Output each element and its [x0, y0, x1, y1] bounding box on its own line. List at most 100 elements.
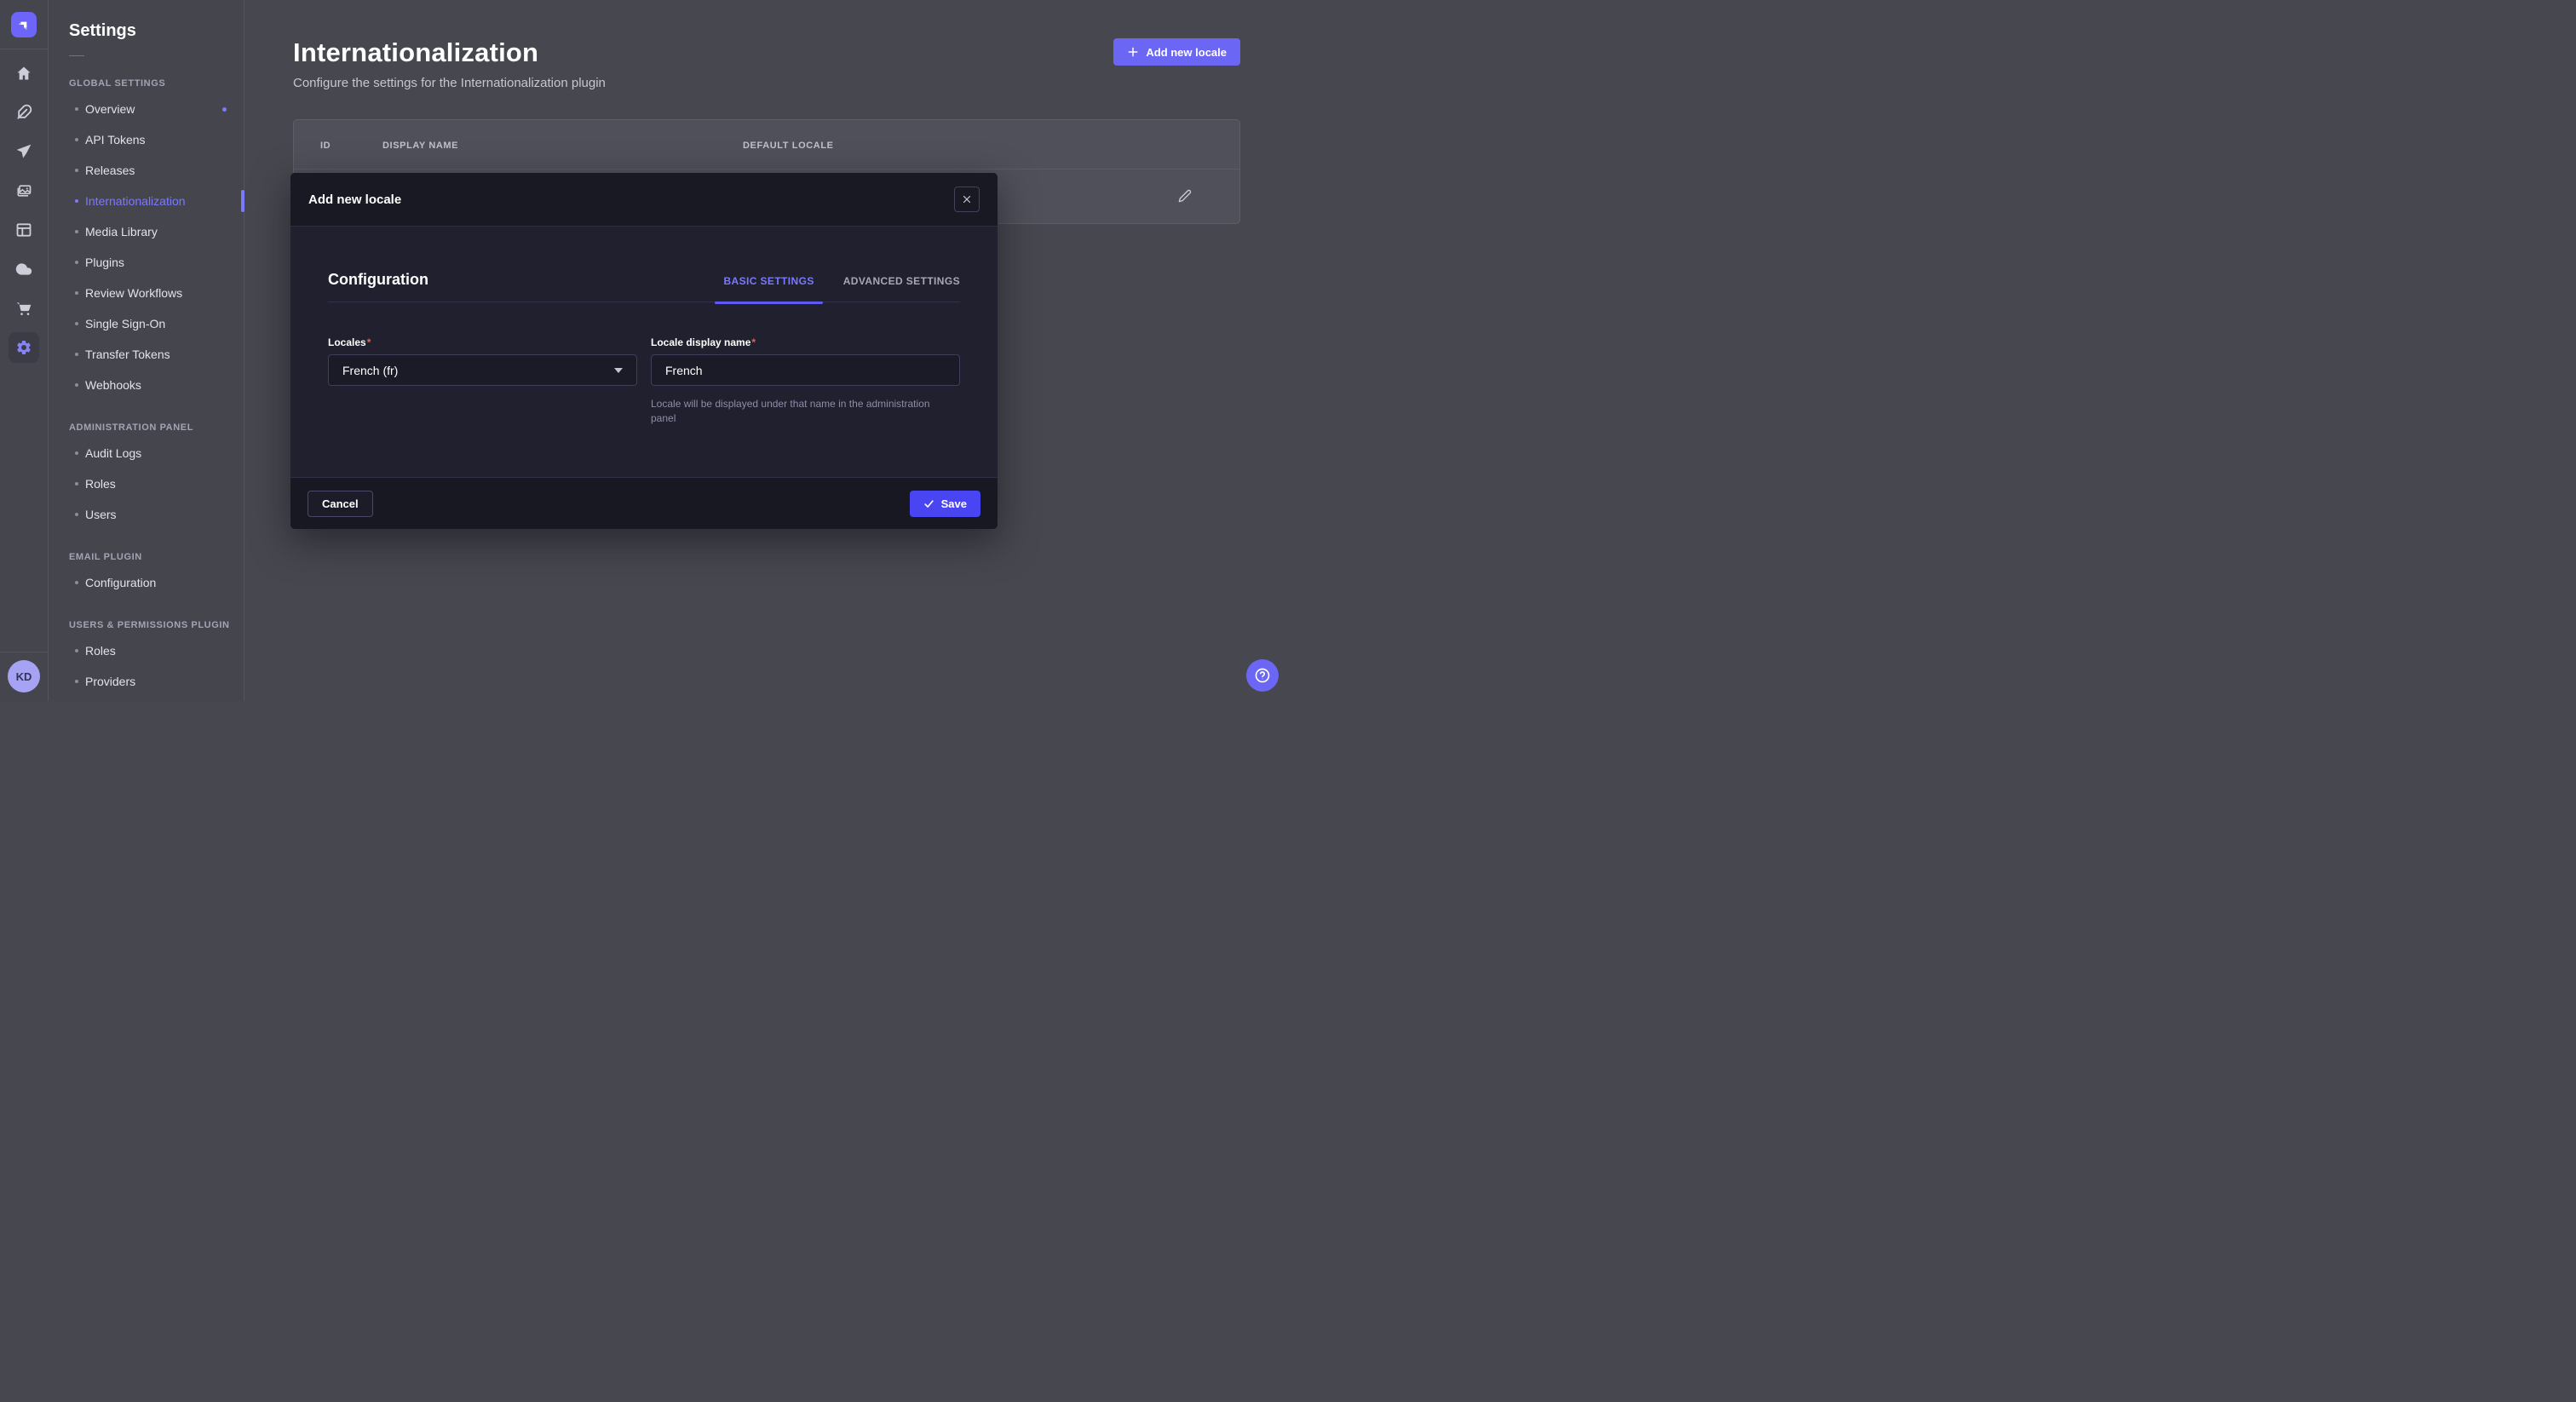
sidebar-item-review-workflows[interactable]: Review Workflows — [49, 278, 244, 308]
locales-label: Locales* — [328, 336, 637, 348]
sidebar-item-label: Providers — [85, 675, 135, 688]
bullet-icon — [75, 482, 78, 486]
sidebar-item-label: Roles — [85, 477, 116, 491]
sidebar-item-label: Configuration — [85, 576, 156, 589]
configuration-title: Configuration — [328, 271, 428, 289]
sidebar-item-roles[interactable]: Roles — [49, 468, 244, 499]
cloud-icon[interactable] — [9, 254, 39, 284]
sidebar-title: Settings — [69, 21, 244, 41]
bullet-icon — [75, 353, 78, 356]
feather-icon[interactable] — [9, 97, 39, 128]
help-circle-icon — [1254, 667, 1271, 684]
sidebar-item-webhooks[interactable]: Webhooks — [49, 370, 244, 400]
sidebar-item-media-library[interactable]: Media Library — [49, 216, 244, 247]
bullet-icon — [75, 199, 78, 203]
required-asterisk: * — [367, 336, 371, 348]
bullet-icon — [75, 169, 78, 172]
strapi-logo-icon — [17, 18, 31, 32]
tab-basic-settings[interactable]: BASIC SETTINGS — [723, 275, 814, 289]
locales-select-value: French (fr) — [342, 364, 398, 377]
sidebar-item-label: Overview — [85, 102, 135, 116]
required-asterisk: * — [751, 336, 756, 348]
column-default-locale: DEFAULT LOCALE — [743, 141, 834, 151]
display-name-input[interactable] — [651, 354, 960, 386]
help-button[interactable] — [1246, 659, 1279, 692]
page-subtitle: Configure the settings for the Internati… — [293, 76, 1240, 90]
add-new-locale-button[interactable]: Add new locale — [1113, 38, 1240, 66]
home-icon[interactable] — [9, 58, 39, 89]
sidebar-item-label: Single Sign-On — [85, 317, 165, 330]
sidebar-item-providers[interactable]: Providers — [49, 666, 244, 697]
sidebar-item-plugins[interactable]: Plugins — [49, 247, 244, 278]
page-header: Internationalization Configure the setti… — [244, 0, 1288, 90]
layout-icon[interactable] — [9, 215, 39, 245]
tab-advanced-settings[interactable]: ADVANCED SETTINGS — [843, 275, 960, 289]
sidebar-section-label: ADMINISTRATION PANEL — [69, 422, 244, 433]
display-name-label: Locale display name* — [651, 336, 960, 348]
edit-locale-button[interactable] — [1171, 182, 1199, 210]
bullet-icon — [75, 649, 78, 652]
sidebar-sections: GLOBAL SETTINGS Overview API Tokens Release… — [49, 78, 244, 697]
sidebar-item-releases[interactable]: Releases — [49, 155, 244, 186]
bullet-icon — [75, 383, 78, 387]
sidebar-item-label: Media Library — [85, 225, 158, 238]
sidebar-item-internationalization[interactable]: Internationalization — [49, 186, 244, 216]
bullet-icon — [75, 291, 78, 295]
plus-icon — [1127, 46, 1139, 58]
locales-select[interactable]: French (fr) — [328, 354, 637, 386]
bullet-icon — [75, 230, 78, 233]
column-display-name: DISPLAY NAME — [382, 141, 458, 151]
modal-close-button[interactable] — [954, 187, 980, 212]
display-name-field-group: Locale display name* Locale will be disp… — [651, 336, 960, 426]
sidebar-section-label: GLOBAL SETTINGS — [69, 78, 244, 89]
check-icon — [923, 498, 934, 509]
sidebar-item-audit-logs[interactable]: Audit Logs — [49, 438, 244, 468]
sidebar-item-api-tokens[interactable]: API Tokens — [49, 124, 244, 155]
sidebar-item-single-sign-on[interactable]: Single Sign-On — [49, 308, 244, 339]
cancel-button[interactable]: Cancel — [308, 491, 373, 517]
close-icon — [962, 194, 972, 204]
bullet-icon — [75, 322, 78, 325]
bullet-icon — [75, 107, 78, 111]
bullet-icon — [75, 261, 78, 264]
bullet-icon — [75, 513, 78, 516]
sidebar-item-transfer-tokens[interactable]: Transfer Tokens — [49, 339, 244, 370]
sidebar-item-label: Releases — [85, 164, 135, 177]
sidebar-section-label: USERS & PERMISSIONS PLUGIN — [69, 620, 244, 630]
column-id: ID — [320, 141, 331, 151]
sidebar-item-label: Plugins — [85, 256, 124, 269]
marketplace-cart-icon[interactable] — [9, 293, 39, 324]
add-locale-modal: Add new locale Configuration BASIC SETTI… — [290, 173, 998, 529]
sidebar-item-label: Roles — [85, 644, 116, 658]
bullet-icon — [75, 138, 78, 141]
sidebar-item-label: Internationalization — [85, 194, 186, 208]
save-label: Save — [941, 497, 967, 510]
sidebar-item-overview[interactable]: Overview — [49, 94, 244, 124]
modal-footer: Cancel Save — [290, 477, 998, 529]
add-new-locale-label: Add new locale — [1146, 46, 1227, 59]
save-button[interactable]: Save — [910, 491, 980, 517]
paper-plane-icon[interactable] — [9, 136, 39, 167]
modal-title: Add new locale — [308, 192, 401, 207]
sidebar-item-label: Transfer Tokens — [85, 348, 170, 361]
display-name-hint: Locale will be displayed under that name… — [651, 397, 949, 426]
sidebar-title-divider — [69, 55, 84, 56]
sidebar-item-roles[interactable]: Roles — [49, 635, 244, 666]
icon-rail: KD — [0, 0, 49, 701]
locale-form: Locales* French (fr) Locale display name… — [328, 336, 960, 426]
user-avatar[interactable]: KD — [8, 660, 40, 692]
bullet-icon — [75, 581, 78, 584]
sidebar-item-label: Audit Logs — [85, 446, 141, 460]
configuration-header: Configuration BASIC SETTINGS ADVANCED SE… — [328, 227, 960, 302]
sidebar-item-label: Review Workflows — [85, 286, 182, 300]
locales-field-group: Locales* French (fr) — [328, 336, 637, 426]
media-library-icon[interactable] — [9, 175, 39, 206]
locales-table-header: ID DISPLAY NAME DEFAULT LOCALE — [294, 120, 1239, 170]
chevron-down-icon — [614, 368, 623, 373]
sidebar-item-users[interactable]: Users — [49, 499, 244, 530]
rail-bottom: KD — [0, 652, 49, 701]
sidebar-item-configuration[interactable]: Configuration — [49, 567, 244, 598]
strapi-logo[interactable] — [11, 12, 37, 37]
settings-icon[interactable] — [9, 332, 39, 363]
sidebar-item-label: API Tokens — [85, 133, 146, 147]
